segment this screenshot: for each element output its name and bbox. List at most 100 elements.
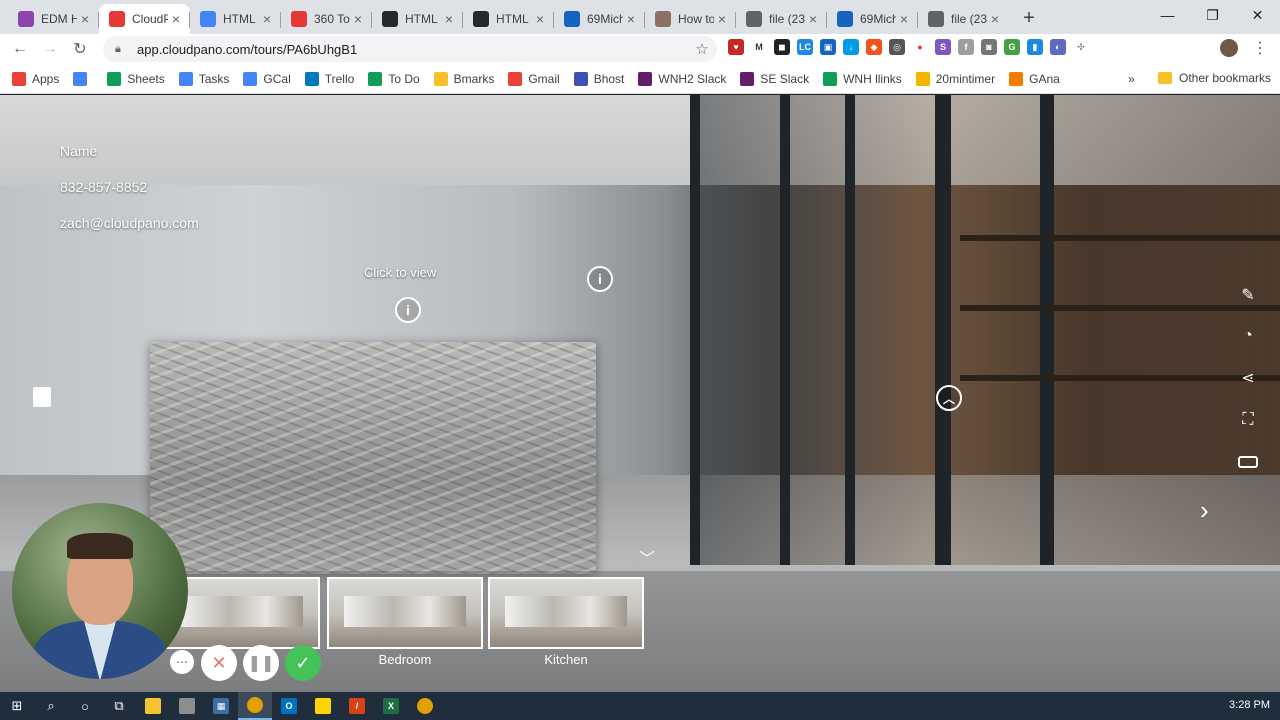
extension-icon[interactable]: ↓ [843,39,859,55]
taskbar-app[interactable]: / [340,692,374,720]
extension-icon[interactable]: ◎ [889,39,905,55]
task-view-button[interactable]: ⧉ [102,692,136,720]
bookmark-item[interactable]: To Do [368,71,420,86]
info-hotspot[interactable]: i [395,297,421,323]
address-bar[interactable]: 🔒︎ app.cloudpano.com/tours/PA6bUhgB1 ☆ [103,36,717,62]
maximize-button[interactable]: ❐ [1190,0,1235,30]
close-window-button[interactable]: ✕ [1235,0,1280,30]
tab-2[interactable]: CloudP × [99,4,190,34]
tab-6[interactable]: HTML E× [463,4,554,34]
taskbar-app[interactable] [170,692,204,720]
reload-button[interactable]: ↻ [65,34,95,64]
bookmark-item[interactable]: Sheets [107,71,165,86]
extension-icon[interactable]: ▮ [1027,39,1043,55]
close-tab-icon[interactable]: × [987,11,1003,27]
url-text[interactable]: app.cloudpano.com/tours/PA6bUhgB1 [137,42,687,57]
bookmark-item[interactable]: Gmail [508,71,560,86]
bookmark-item[interactable]: Bhost [573,71,624,86]
bookmark-item[interactable]: Bmarks [433,71,494,86]
contact-card-button[interactable] [26,381,58,413]
tab-3[interactable]: HTML S× [190,4,281,34]
close-tab-icon[interactable]: × [350,11,366,27]
bookmark-item[interactable]: SE Slack [740,71,809,86]
close-tab-icon[interactable]: × [77,11,93,27]
vr-button[interactable] [1230,445,1266,479]
tab-1[interactable]: EDM Hi× [8,4,99,34]
cortana-button[interactable]: ○ [68,692,102,720]
other-bookmarks[interactable]: Other bookmarks [1158,71,1271,85]
bookmark-item[interactable] [73,71,93,86]
extension-icon[interactable]: ◐ [1050,39,1066,55]
tab-11[interactable]: file (23 × [918,4,1009,34]
close-tab-icon[interactable]: × [441,11,457,27]
bookmarks-overflow-button[interactable]: » [1128,72,1135,86]
bookmark-item[interactable]: WNH2 Slack [638,71,726,86]
extension-icon[interactable]: ● [912,39,928,55]
recording-pause-button[interactable]: ❚❚ [243,645,279,681]
close-tab-icon[interactable]: × [896,11,912,27]
tab-4[interactable]: 360 To × [281,4,372,34]
next-scene-button[interactable]: › [1200,495,1209,526]
bookmark-item[interactable]: Apps [12,71,59,86]
profile-avatar[interactable] [1220,39,1238,57]
bookmark-item[interactable]: GAna [1009,71,1060,86]
extension-icon[interactable]: ♥ [728,39,744,55]
contact-email[interactable]: zach@cloudpano.com [60,215,199,231]
bookmark-item[interactable]: Tasks [178,71,229,86]
panorama-viewer[interactable]: Name 832-857-8852 zach@cloudpano.com Cli… [0,95,1280,692]
taskbar-app[interactable] [306,692,340,720]
recording-cancel-button[interactable]: ✕ [201,645,237,681]
taskbar-app[interactable] [136,692,170,720]
new-tab-button[interactable]: + [1015,4,1043,32]
taskbar-app-chrome[interactable] [238,692,272,720]
bookmark-item[interactable]: WNH llinks [823,71,902,86]
speed-button[interactable]: ◔ [1230,319,1266,353]
extension-icon[interactable]: f [958,39,974,55]
tab-9[interactable]: file (23 × [736,4,827,34]
bookmark-item[interactable]: Trello [304,71,354,86]
close-tab-icon[interactable]: × [168,11,184,27]
recording-finish-button[interactable]: ✓ [285,645,321,681]
extension-icon[interactable]: ▣ [820,39,836,55]
back-button[interactable]: ← [5,34,35,64]
minimize-button[interactable]: — [1145,0,1190,30]
extension-icon[interactable]: S [935,39,951,55]
search-button[interactable]: ⌕ [34,692,68,720]
share-button[interactable]: ⋖ [1230,361,1266,395]
forward-button[interactable]: → [35,34,65,64]
edit-button[interactable]: ✎ [1230,278,1266,312]
taskbar-app[interactable]: O [272,692,306,720]
scene-thumbnail-kitchen[interactable] [488,577,644,649]
puzzle-icon[interactable]: ✣ [1073,39,1089,55]
extension-icon[interactable]: ◙ [981,39,997,55]
extension-icon[interactable]: LC [797,39,813,55]
bookmark-item[interactable]: 20mintimer [915,71,995,86]
tab-5[interactable]: HTML E× [372,4,463,34]
collapse-thumbnails-button[interactable]: ﹀ [639,545,655,569]
taskbar-app[interactable]: X [374,692,408,720]
bookmark-item[interactable]: GCal [243,71,291,86]
close-tab-icon[interactable]: × [714,11,730,27]
tab-10[interactable]: 69Mich × [827,4,918,34]
close-tab-icon[interactable]: × [623,11,639,27]
extension-icon[interactable]: M [751,39,767,55]
start-button[interactable]: ⊞ [0,692,34,720]
menu-kebab-icon[interactable]: ⋮ [1252,38,1268,58]
extension-icon[interactable]: ◆ [866,39,882,55]
taskbar-app[interactable] [408,692,442,720]
tab-7[interactable]: 69Mich × [554,4,645,34]
tab-8[interactable]: How to × [645,4,736,34]
extension-icon[interactable]: G [1004,39,1020,55]
recording-more-button[interactable]: ⋯ [170,650,194,674]
close-tab-icon[interactable]: × [259,11,275,27]
navigation-hotspot[interactable]: ︿ [936,385,962,411]
info-hotspot[interactable]: i [587,266,613,292]
extension-icon[interactable]: ◼ [774,39,790,55]
taskbar-app[interactable]: ▦ [204,692,238,720]
close-tab-icon[interactable]: × [805,11,821,27]
bookmark-star-icon[interactable]: ☆ [687,40,717,58]
close-tab-icon[interactable]: × [532,11,548,27]
scene-thumbnail-bedroom[interactable] [327,577,483,649]
fullscreen-button[interactable]: ⛶ [1230,403,1266,437]
contact-phone[interactable]: 832-857-8852 [60,179,147,195]
